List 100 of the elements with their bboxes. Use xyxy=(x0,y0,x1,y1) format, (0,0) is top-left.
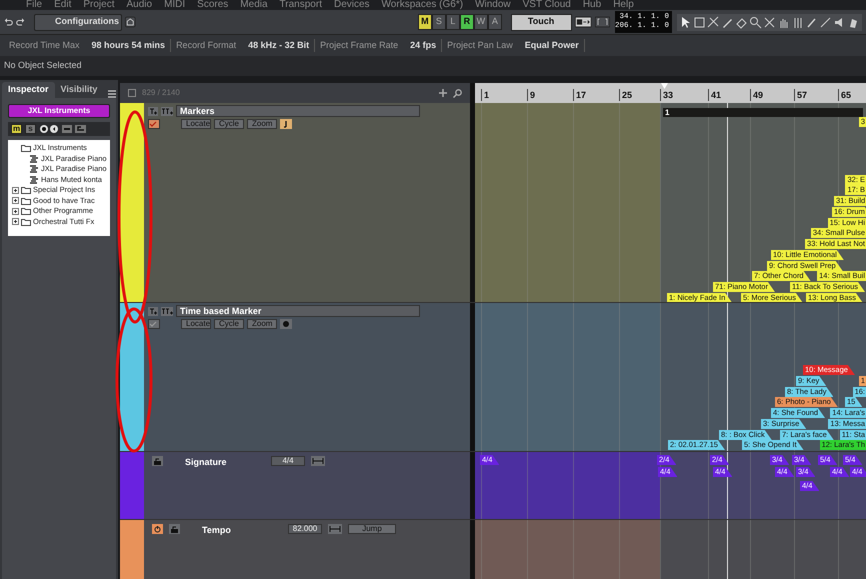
expand-icon[interactable] xyxy=(12,208,19,215)
track-button[interactable]: Zoom xyxy=(247,119,277,129)
folder-icon xyxy=(21,144,31,152)
mute-button[interactable]: m xyxy=(11,124,22,134)
configurations-button[interactable]: Configurations xyxy=(34,14,122,30)
menu-item[interactable]: File xyxy=(26,0,42,10)
automation-mode-dropdown[interactable]: Touch xyxy=(510,14,572,30)
search-icon[interactable] xyxy=(453,88,462,98)
line-tool-icon[interactable] xyxy=(819,16,832,28)
mode-button[interactable]: S xyxy=(432,14,446,30)
mode-button[interactable]: R xyxy=(460,14,474,30)
value-field[interactable]: 4/4 xyxy=(271,456,305,466)
add-icon[interactable] xyxy=(439,89,447,97)
track-header[interactable]: Tempo 82.000 Jump xyxy=(120,520,475,579)
menu-item[interactable]: Transport xyxy=(280,0,322,10)
track-count: 829 / 2140 xyxy=(142,87,181,99)
info-value: 98 hours 54 mins xyxy=(92,38,166,52)
activate-checkbox[interactable] xyxy=(148,119,160,129)
menu-icon[interactable] xyxy=(108,90,116,98)
record-enable-icon[interactable] xyxy=(39,124,59,134)
track-button[interactable]: Locate xyxy=(181,119,211,129)
check-icon xyxy=(149,121,157,127)
expand-icon[interactable] xyxy=(12,186,19,194)
track-name: Markers xyxy=(176,105,420,117)
info-label: Project Pan Law xyxy=(447,38,513,52)
inspector-tab[interactable]: Visibility xyxy=(54,82,104,98)
expand-icon[interactable] xyxy=(12,218,19,226)
menu-item[interactable]: VST Cloud xyxy=(522,0,571,10)
instrument-track-icon xyxy=(30,165,38,174)
info-label: Record Format xyxy=(176,38,236,52)
ruler-number: 33 xyxy=(660,89,674,101)
menu-item[interactable]: Hub xyxy=(582,0,602,10)
add-cycle-marker-icon[interactable] xyxy=(161,106,173,116)
info-value: 48 kHz - 32 Bit xyxy=(248,38,310,52)
note-icon[interactable] xyxy=(280,119,292,129)
marker-flag[interactable]: 1 xyxy=(663,108,863,117)
menu-item[interactable]: Window xyxy=(475,0,511,10)
checkbox[interactable] xyxy=(128,89,136,97)
menu-item[interactable]: Audio xyxy=(126,0,152,10)
menu-item[interactable]: Project xyxy=(83,0,114,10)
instrument-track-icon xyxy=(30,176,38,184)
ruler-number: 57 xyxy=(794,89,808,101)
expand-icon[interactable] xyxy=(12,197,19,204)
punch-icon[interactable] xyxy=(594,15,610,29)
redo-icon[interactable] xyxy=(16,16,26,28)
ruler-number: 41 xyxy=(708,89,722,101)
ruler-number: 1 xyxy=(481,89,490,101)
ruler-number: 9 xyxy=(527,89,536,101)
ruler-number: 65 xyxy=(838,89,852,101)
track-header[interactable]: Signature 4/4 xyxy=(120,452,475,519)
mode-button[interactable]: M xyxy=(418,14,432,30)
add-marker-icon[interactable] xyxy=(148,306,158,316)
tempo-mode-dropdown[interactable]: Jump xyxy=(348,524,396,534)
range-tool-icon[interactable] xyxy=(693,16,706,28)
pointer-tool-icon[interactable] xyxy=(679,16,692,28)
track-header[interactable]: Markers Locate Cycle Zoom xyxy=(120,103,475,302)
track-name: Tempo xyxy=(202,524,232,537)
power-icon[interactable] xyxy=(152,524,163,534)
playhead-icon xyxy=(661,83,668,89)
menu-item[interactable]: Edit xyxy=(54,0,72,10)
track-name: Signature xyxy=(185,456,228,469)
track-header[interactable]: Time based Marker Locate Cycle Zoom xyxy=(120,303,475,451)
folder-track-button[interactable]: JXL Instruments xyxy=(8,104,110,118)
track-button[interactable]: Locate xyxy=(181,319,211,329)
routing-icon[interactable] xyxy=(575,15,592,29)
menu-item[interactable]: Workspaces (G6*) xyxy=(382,0,464,10)
ruler-number: 49 xyxy=(750,89,764,101)
track-button[interactable]: Cycle xyxy=(214,319,244,329)
mode-button[interactable]: A xyxy=(488,14,502,30)
solo-button[interactable]: s xyxy=(25,124,36,134)
undo-icon[interactable] xyxy=(4,16,14,28)
add-marker-icon[interactable] xyxy=(148,106,158,116)
mode-button[interactable]: L xyxy=(446,14,460,30)
menu-item[interactable]: Media xyxy=(240,0,268,10)
info-value: Equal Power xyxy=(524,38,579,52)
instrument-track-icon xyxy=(30,154,38,163)
info-label: Project Frame Rate xyxy=(320,38,398,52)
info-value: 24 fps xyxy=(410,38,436,52)
track-button[interactable]: Zoom xyxy=(247,319,277,329)
status-text: No Object Selected xyxy=(4,59,82,72)
mode-button[interactable]: W xyxy=(474,14,488,30)
menu-item[interactable]: MIDI xyxy=(164,0,186,10)
clock-icon[interactable] xyxy=(280,319,292,329)
value-field[interactable]: 82.000 xyxy=(288,524,322,534)
ruler-number: 25 xyxy=(619,89,632,101)
eraser-icon[interactable] xyxy=(735,16,748,28)
mute-tool-icon[interactable] xyxy=(763,16,776,28)
menu-item[interactable]: Help xyxy=(613,0,634,10)
activate-checkbox[interactable] xyxy=(148,319,160,329)
info-label: Record Time Max xyxy=(9,38,80,52)
draw-tool-icon[interactable] xyxy=(805,16,818,28)
ruler-number: 17 xyxy=(573,89,586,101)
track-button[interactable]: Cycle xyxy=(214,119,244,129)
menu-item[interactable]: Devices xyxy=(334,0,370,10)
timeline-ruler[interactable]: 1 9 17 25 33 41 49 57 65 xyxy=(475,83,866,103)
add-cycle-marker-icon[interactable] xyxy=(161,306,173,316)
track-name: Time based Marker xyxy=(176,305,420,317)
zoom-icon[interactable] xyxy=(749,16,762,28)
menu-item[interactable]: Scores xyxy=(197,0,228,10)
inspector-tab[interactable]: Inspector xyxy=(2,82,55,98)
